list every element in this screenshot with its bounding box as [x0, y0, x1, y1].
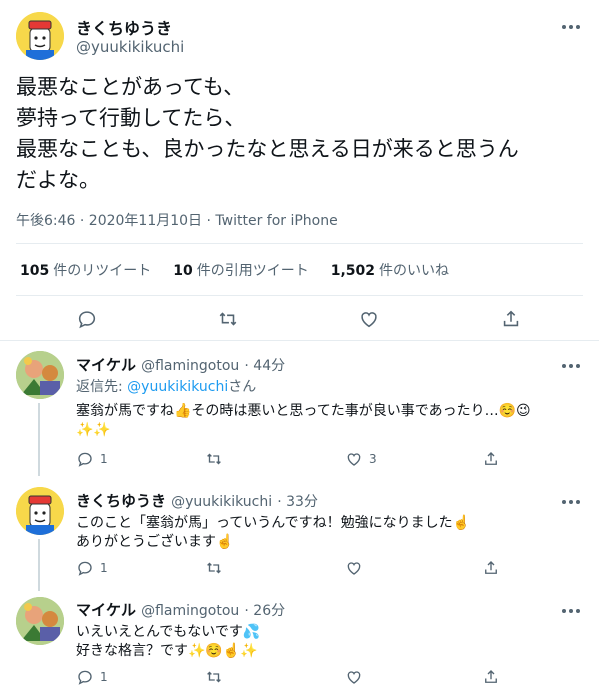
reply-button[interactable]: 1 — [76, 668, 108, 686]
reply-text-line: ✨✨ — [76, 422, 111, 438]
like-icon — [361, 312, 377, 328]
author-name[interactable]: きくちゆうき — [76, 15, 172, 39]
reply-time[interactable]: · 44分 — [244, 358, 285, 374]
tweet-line: 最悪なことも、良かったなと思える日が来ると思うん — [16, 137, 519, 161]
reply-to-handle[interactable]: @yuukikikuchi — [127, 379, 228, 395]
reply-time[interactable]: · 26分 — [244, 603, 285, 619]
like-stat[interactable]: 1,502 件のいいね — [331, 260, 449, 280]
reply-text-line: このこと「塞翁が馬」っていうんですね！勉強になりました☝️ — [76, 515, 471, 531]
divider — [0, 340, 599, 341]
reply-author-handle[interactable]: @flamingotou — [141, 603, 239, 619]
reply-count: 1 — [100, 561, 108, 575]
share-icon — [503, 310, 519, 327]
reply-text-line: 塞翁が馬ですね👍その時は悪いと思ってた事が良い事であったり…☺️😉 — [76, 403, 531, 419]
like-button[interactable] — [345, 559, 363, 577]
reply-header: きくちゆうき @yuukikikuchi · 33分 — [76, 490, 318, 511]
retweet-button[interactable] — [205, 559, 223, 577]
reply-icon — [78, 311, 96, 329]
reply-avatar[interactable] — [16, 351, 64, 399]
reply-text-line: 好きな格言？です✨☺️☝️✨ — [76, 643, 258, 659]
like-count: 3 — [369, 452, 377, 466]
reply-count: 1 — [100, 452, 108, 466]
retweet-button[interactable] — [205, 450, 223, 468]
retweet-icon — [207, 671, 221, 683]
like-button[interactable] — [345, 668, 363, 686]
share-button[interactable] — [482, 559, 500, 577]
retweet-icon — [219, 312, 237, 326]
reply-avatar[interactable] — [16, 487, 64, 535]
reply-author-handle[interactable]: @flamingotou — [141, 358, 239, 374]
tweet-text: 最悪なことがあっても、 夢持って行動してたら、 最悪なことも、良かったなと思える… — [16, 72, 519, 196]
more-icon[interactable] — [560, 22, 582, 32]
like-button[interactable]: 3 — [345, 450, 377, 468]
reply-button[interactable]: 1 — [76, 450, 108, 468]
share-icon — [485, 452, 497, 465]
reply-icon — [78, 561, 92, 576]
tweet-line: 最悪なことがあっても、 — [16, 75, 245, 99]
reply-button[interactable]: 1 — [76, 559, 108, 577]
reply-header: マイケル @flamingotou · 44分 — [76, 354, 285, 375]
reply-count: 1 — [100, 670, 108, 684]
author-avatar-illustration — [16, 12, 64, 60]
retweet-icon — [207, 453, 221, 465]
reply-author-handle[interactable]: @yuukikikuchi — [171, 494, 272, 510]
reply-header: マイケル @flamingotou · 26分 — [76, 599, 285, 620]
reply-author-name[interactable]: きくちゆうき — [76, 492, 166, 510]
share-button[interactable] — [482, 668, 500, 686]
reply-avatar[interactable] — [16, 597, 64, 645]
retweet-stat[interactable]: 105 件のリツイート — [20, 260, 151, 280]
more-icon[interactable] — [560, 497, 582, 507]
retweet-button[interactable] — [217, 308, 239, 330]
reply-author-name[interactable]: マイケル — [76, 601, 136, 619]
tweet-stats: 105 件のリツイート 10 件の引用ツイート 1,502 件のいいね — [20, 260, 471, 280]
reply-avatar-illustration — [16, 597, 64, 645]
share-icon — [485, 561, 497, 574]
retweet-icon — [207, 562, 221, 574]
like-icon — [347, 671, 361, 684]
reply-time[interactable]: · 33分 — [277, 494, 318, 510]
tweet-line: だよな。 — [16, 168, 100, 192]
share-button[interactable] — [482, 450, 500, 468]
tweet-timestamp[interactable]: 午後6:46 · 2020年11月10日 · Twitter for iPhon… — [16, 210, 338, 230]
share-button[interactable] — [500, 308, 522, 330]
more-icon[interactable] — [560, 361, 582, 371]
like-button[interactable] — [358, 308, 380, 330]
divider — [16, 295, 583, 296]
like-icon — [347, 562, 361, 575]
reply-text-line: いえいえとんでもないです💦 — [76, 624, 261, 640]
retweet-button[interactable] — [205, 668, 223, 686]
author-avatar[interactable] — [16, 12, 64, 60]
reply-icon — [78, 452, 92, 467]
share-icon — [485, 670, 497, 683]
reply-avatar-illustration — [16, 487, 64, 535]
tweet-line: 夢持って行動してたら、 — [16, 106, 246, 130]
thread-line — [38, 403, 40, 476]
reply-avatar-illustration — [16, 351, 64, 399]
divider — [16, 243, 583, 244]
thread-line — [38, 539, 40, 591]
reply-to-line: 返信先: @yuukikikuchiさん — [76, 379, 257, 395]
reply-author-name[interactable]: マイケル — [76, 356, 136, 374]
more-icon[interactable] — [560, 606, 582, 616]
reply-button[interactable] — [76, 308, 98, 330]
like-icon — [347, 453, 361, 466]
reply-icon — [78, 670, 92, 685]
quote-stat[interactable]: 10 件の引用ツイート — [173, 260, 308, 280]
reply-text-line: ありがとうございます☝️ — [76, 534, 234, 550]
author-handle[interactable]: @yuukikikuchi — [76, 38, 184, 56]
